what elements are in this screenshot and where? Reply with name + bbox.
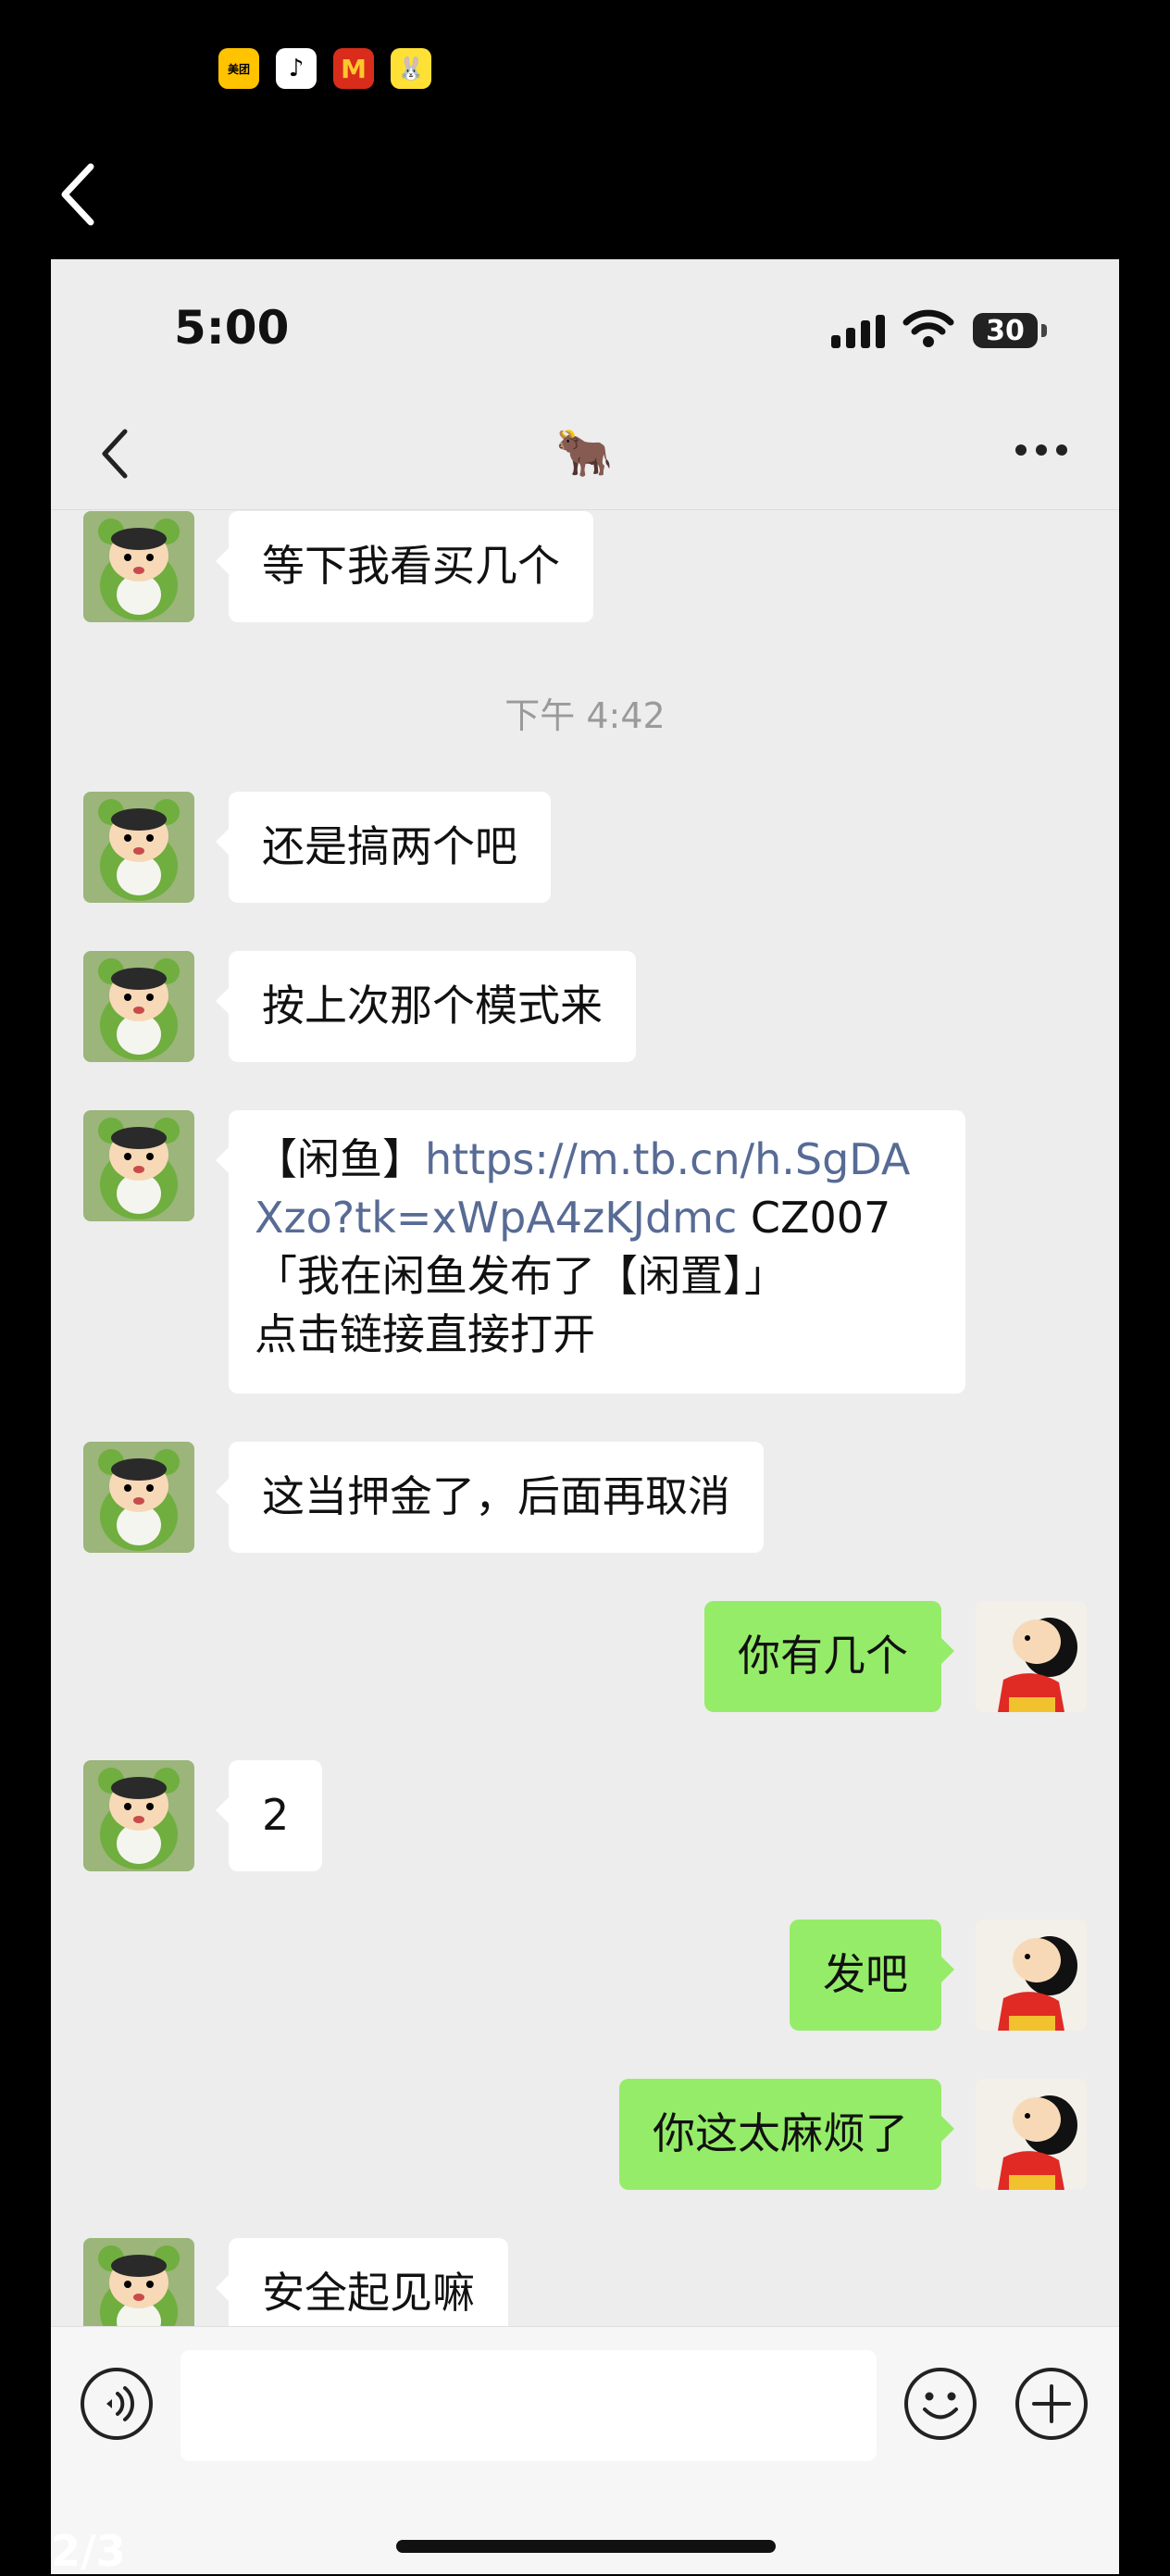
message-bubble-incoming[interactable]: 按上次那个模式来 (216, 951, 636, 1062)
message-bubble-outgoing[interactable]: 发吧 (790, 1919, 954, 2031)
meituan-app-icon: 美团 (218, 48, 259, 89)
frog-avatar-icon (83, 1760, 194, 1871)
meituan-icon-label: 美团 (227, 62, 250, 76)
home-indicator[interactable] (396, 2540, 776, 2553)
frog-avatar-icon (83, 2238, 194, 2326)
cartoon-boy-avatar-icon (976, 1601, 1087, 1712)
message-list[interactable]: 等下我看买几个 下午 4:42 还是搞两个吧 按上次那个模式来 【闲鱼】http… (51, 509, 1119, 2326)
frog-avatar-icon (83, 1110, 194, 1221)
frog-avatar-icon (83, 511, 194, 622)
message-bubble-incoming[interactable]: 安全起见嘛 (216, 2238, 508, 2326)
rabbit-icon-label: 🐰 (397, 56, 425, 81)
viewer-back-button[interactable] (56, 157, 111, 231)
message-timestamp: 下午 4:42 (504, 695, 666, 736)
message-bubble-incoming[interactable]: 等下我看买几个 (216, 511, 593, 622)
tiktok-app-icon: ♪ (276, 48, 317, 89)
tiktok-icon-label: ♪ (288, 55, 305, 82)
contact-avatar[interactable] (83, 1442, 194, 1553)
contact-avatar[interactable] (83, 511, 194, 622)
more-actions-button[interactable] (1014, 2366, 1089, 2445)
image-page-counter: 2/3 (51, 2526, 126, 2576)
self-avatar[interactable] (976, 1919, 1087, 2031)
wifi-icon (902, 309, 954, 347)
message-bubble-incoming[interactable]: 这当押金了，后面再取消 (216, 1442, 764, 1553)
battery-tip (1041, 324, 1047, 337)
chevron-left-icon (102, 429, 128, 479)
link-prefix: 【闲鱼】 (255, 1134, 425, 1184)
contact-avatar[interactable] (83, 2238, 194, 2326)
more-icon (1015, 444, 1067, 456)
rabbit-app-icon: 🐰 (391, 48, 431, 89)
message-input[interactable] (180, 2350, 877, 2461)
cartoon-boy-avatar-icon (976, 2079, 1087, 2190)
chat-header: 🐂 (51, 398, 1119, 510)
self-avatar[interactable] (976, 1601, 1087, 1712)
contact-avatar[interactable] (83, 1110, 194, 1221)
battery-indicator: 30 (973, 313, 1038, 348)
voice-input-button[interactable] (79, 2366, 155, 2445)
emoji-button[interactable] (902, 2366, 978, 2445)
message-bubble-link[interactable]: 【闲鱼】https://m.tb.cn/h.SgDAXzo?tk=xWpA4zK… (216, 1110, 965, 1394)
outer-status-bar: 美团 ♪ M 🐰 (0, 0, 1170, 139)
inner-status-bar: 5:00 30 (51, 259, 1119, 398)
chat-screenshot: 5:00 30 🐂 等下我看买几个 下午 4:42 还是搞两个吧 按上次那个模式… (51, 259, 1119, 2574)
chevron-left-icon (61, 163, 94, 226)
signal-icon (831, 315, 885, 348)
message-bubble-incoming[interactable]: 2 (215, 1760, 323, 1871)
plus-icon (1015, 2368, 1088, 2440)
status-time: 5:00 (174, 301, 290, 355)
frog-avatar-icon (83, 1442, 194, 1553)
frog-avatar-icon (83, 792, 194, 903)
message-bubble-incoming[interactable]: 还是搞两个吧 (216, 792, 551, 903)
voice-icon (81, 2368, 153, 2440)
frog-avatar-icon (83, 951, 194, 1062)
contact-avatar[interactable] (83, 792, 194, 903)
contact-avatar[interactable] (83, 1760, 194, 1871)
cartoon-boy-avatar-icon (976, 1919, 1087, 2031)
message-bubble-outgoing[interactable]: 你这太麻烦了 (619, 2079, 954, 2190)
mcdonalds-app-icon: M (333, 48, 374, 89)
emoji-icon (904, 2368, 977, 2440)
mcdonalds-icon-label: M (341, 53, 367, 84)
more-button[interactable] (1014, 443, 1069, 461)
contact-avatar[interactable] (83, 951, 194, 1062)
chat-back-button[interactable] (97, 426, 134, 485)
message-composer (51, 2326, 1119, 2574)
self-avatar[interactable] (976, 2079, 1087, 2190)
chat-title: 🐂 (555, 426, 614, 480)
message-bubble-outgoing[interactable]: 你有几个 (704, 1601, 954, 1712)
